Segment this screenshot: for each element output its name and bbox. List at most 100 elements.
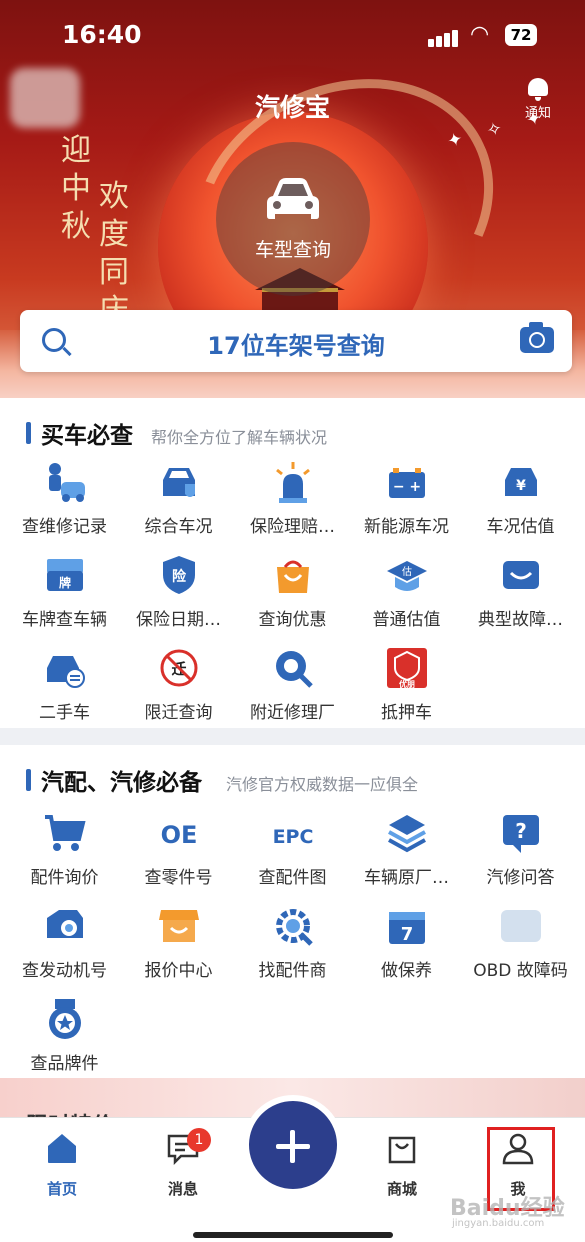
grid-item-youpeng-logo[interactable]: 优朋 抵押车 xyxy=(348,646,465,736)
grid-item-label: 典型故障… xyxy=(478,610,563,630)
grid-item-epc[interactable]: EPC 查配件图 xyxy=(234,811,351,901)
youpeng-logo-icon: 优朋 xyxy=(385,646,429,690)
section-accent-bar xyxy=(26,769,31,791)
oe-icon: OE xyxy=(157,811,201,855)
nav-messages-label: 消息 xyxy=(167,1180,198,1198)
grid-item-label: 附近修理厂 xyxy=(250,703,335,723)
nav-home[interactable]: 首页 xyxy=(22,1130,102,1199)
calendar-7-icon: 7 xyxy=(385,904,429,948)
svg-text:¥: ¥ xyxy=(516,478,526,494)
grid-item-engine[interactable]: 查发动机号 xyxy=(6,904,123,994)
grid-item-label: OBD 故障码 xyxy=(473,961,568,981)
grid-item-label: 查询优惠 xyxy=(258,610,327,630)
grid-item-car-shield[interactable]: 综合车况 xyxy=(120,460,237,550)
mechanic-car-icon xyxy=(43,460,87,504)
grid-item-label: 保险日期… xyxy=(136,610,221,630)
grid-item-label: 车辆原厂… xyxy=(364,868,449,888)
grid-item-store[interactable]: 报价中心 xyxy=(120,904,237,994)
svg-text:牌: 牌 xyxy=(59,575,71,590)
app-title: 汽修宝 xyxy=(254,93,330,122)
no-transfer-icon: 迁 xyxy=(157,646,201,690)
smile-box-icon xyxy=(499,553,543,597)
svg-text:估: 估 xyxy=(402,565,412,578)
section-title: 买车必查 xyxy=(41,423,133,449)
grid-item-label: 普通估值 xyxy=(372,610,441,630)
grid-item-question[interactable]: ? 汽修问答 xyxy=(462,811,579,901)
nav-mall[interactable]: 商城 xyxy=(362,1130,442,1199)
notify-label: 通知 xyxy=(524,106,551,121)
svg-text:?: ? xyxy=(515,819,527,843)
grid-item-label: 查品牌件 xyxy=(30,1054,99,1074)
battery-icon: − + xyxy=(385,460,429,504)
add-button[interactable] xyxy=(243,1095,343,1195)
grid-item-label: 找配件商 xyxy=(258,961,327,981)
status-time: 16:40 xyxy=(62,20,142,49)
grid-item-cart[interactable]: 配件询价 xyxy=(6,811,123,901)
grid-item-label: 车况估值 xyxy=(486,517,555,537)
insurance-shield-icon: 险 xyxy=(157,553,201,597)
question-icon: ? xyxy=(499,811,543,855)
grid-item-label: 抵押车 xyxy=(381,703,432,723)
grid-item-insurance-shield[interactable]: 险保险日期… xyxy=(120,553,237,643)
grid-item-label: 车牌查车辆 xyxy=(22,610,107,630)
grid-item-license-plate[interactable]: 牌车牌查车辆 xyxy=(6,553,123,643)
car-query-button[interactable]: 车型查询 xyxy=(216,142,370,296)
grid-item-mechanic-car[interactable]: 查维修记录 xyxy=(6,460,123,550)
grid-item-shopping-bag[interactable]: 查询优惠 xyxy=(234,553,351,643)
car-yuan-icon: ¥ xyxy=(499,460,543,504)
shopping-bag-icon xyxy=(271,553,315,597)
bell-icon xyxy=(528,78,548,101)
shopping-bag-icon xyxy=(388,1136,416,1164)
grid-item-alarm-light[interactable]: 保险理赔… xyxy=(234,460,351,550)
svg-text:优朋: 优朋 xyxy=(399,679,415,689)
section-title: 汽配、汽修必备 xyxy=(41,770,202,796)
grid-item-car-yuan[interactable]: ¥ 车况估值 xyxy=(462,460,579,550)
grid-item-gear-search[interactable]: 找配件商 xyxy=(234,904,351,994)
grid-item-battery[interactable]: − + 新能源车况 xyxy=(348,460,465,550)
nav-messages[interactable]: 1 消息 xyxy=(143,1128,223,1199)
status-bar: 16:40 ◠ 72 xyxy=(0,0,585,72)
grid-item-layers[interactable]: 车辆原厂… xyxy=(348,811,465,901)
grid-item-medal[interactable]: 查品牌件 xyxy=(6,997,123,1087)
grid-item-label: 综合车况 xyxy=(144,517,213,537)
grid-item-label: 配件询价 xyxy=(30,868,99,888)
nav-home-label: 首页 xyxy=(46,1180,77,1198)
svg-text:险: 险 xyxy=(172,568,187,585)
grid-item-label: 汽修问答 xyxy=(486,868,555,888)
location-search-icon xyxy=(271,646,315,690)
banner-poem-left: 迎中秋 xyxy=(61,133,91,244)
cart-icon xyxy=(43,811,87,855)
svg-text:EPC: EPC xyxy=(273,826,314,848)
alarm-light-icon xyxy=(271,460,315,504)
grid-item-obd[interactable]: OBD 故障码 xyxy=(462,904,579,994)
battery-indicator: 72 xyxy=(505,24,537,46)
svg-text:− +: − + xyxy=(393,479,421,495)
engine-icon xyxy=(43,904,87,948)
grid-item-label: 查配件图 xyxy=(258,868,327,888)
epc-icon: EPC xyxy=(271,811,315,855)
vin-search-bar[interactable]: 17位车架号查询 xyxy=(20,310,572,372)
grid-item-label: 限迁查询 xyxy=(144,703,213,723)
gear-search-icon xyxy=(271,904,315,948)
watermark-url: jingyan.baidu.com xyxy=(452,1218,545,1229)
grid-item-location-search[interactable]: 附近修理厂 xyxy=(234,646,351,736)
car-icon xyxy=(267,178,319,219)
section-subtitle: 汽修官方权威数据一应俱全 xyxy=(226,775,419,794)
grid-item-calendar-7[interactable]: 7 做保养 xyxy=(348,904,465,994)
grid-item-graduation-cap[interactable]: 估普通估值 xyxy=(348,553,465,643)
grid-item-oe[interactable]: OE 查零件号 xyxy=(120,811,237,901)
grid-item-smile-box[interactable]: 典型故障… xyxy=(462,553,579,643)
svg-text:OE: OE xyxy=(161,821,198,849)
grid-item-label: 做保养 xyxy=(381,961,432,981)
camera-icon[interactable] xyxy=(520,322,554,353)
grid-item-label: 新能源车况 xyxy=(364,517,449,537)
vin-search-text: 17位车架号查询 xyxy=(207,332,385,360)
notify-button[interactable]: 通知 xyxy=(520,78,556,121)
banner-poem-right: 欢度同庆 xyxy=(99,179,129,312)
grid-item-no-transfer[interactable]: 迁限迁查询 xyxy=(120,646,237,736)
medal-icon xyxy=(43,997,87,1041)
svg-text:7: 7 xyxy=(401,924,414,945)
section-subtitle: 帮你全方位了解车辆状况 xyxy=(151,428,328,447)
grid-item-used-car[interactable]: 二手车 xyxy=(6,646,123,736)
home-indicator xyxy=(193,1232,393,1238)
